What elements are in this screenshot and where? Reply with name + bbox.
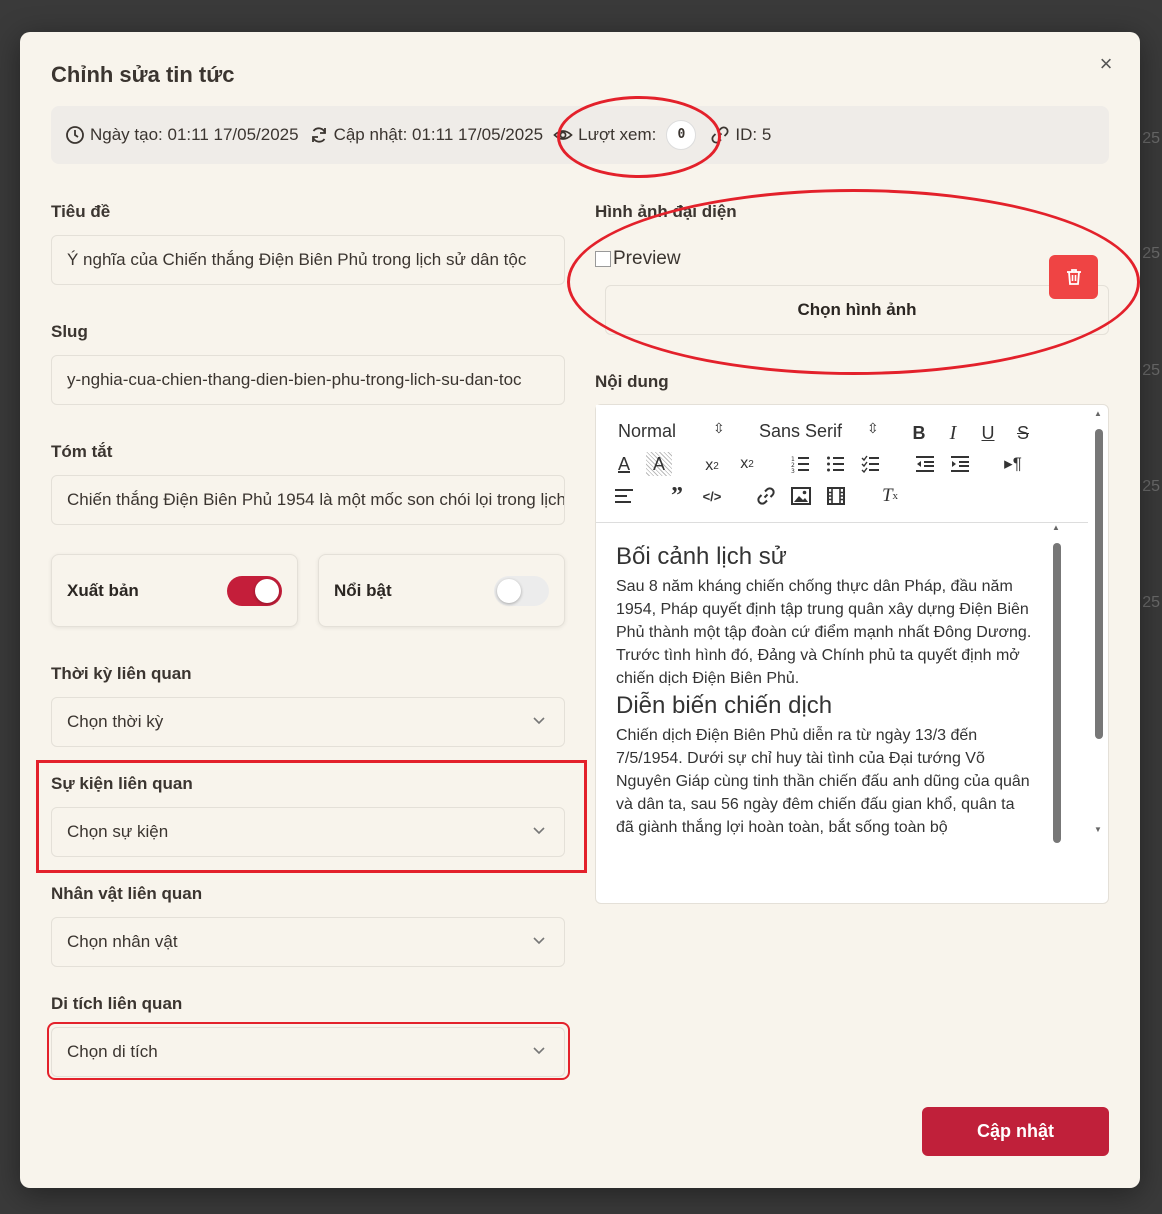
scrollbar-thumb[interactable] [1053, 543, 1061, 843]
chevron-down-icon [533, 937, 545, 945]
relic-label: Di tích liên quan [51, 994, 183, 1013]
chevron-down-icon [533, 717, 545, 725]
scroll-up-icon[interactable]: ▲ [1052, 523, 1060, 532]
bold-icon[interactable]: B [906, 421, 932, 445]
created-date: Ngày tạo: 01:11 17/05/2025 [65, 125, 299, 145]
content-paragraph: Chiến dịch Điện Biên Phủ diễn ra từ ngày… [616, 727, 1030, 836]
toggle-knob [255, 578, 279, 603]
outdent-icon[interactable] [912, 452, 938, 476]
featured-toggle[interactable] [494, 575, 549, 606]
updated-date: Cập nhật: 01:11 17/05/2025 [309, 125, 544, 145]
annotation-rect-event [36, 760, 587, 873]
underline-icon[interactable]: U [975, 421, 1001, 445]
updated-date-text: Cập nhật: 01:11 17/05/2025 [333, 125, 544, 144]
editor-content[interactable]: Bối cảnh lịch sử Sau 8 năm kháng chiến c… [596, 525, 1052, 843]
record-id-text: ID: 5 [735, 125, 772, 144]
image-icon[interactable] [788, 484, 814, 508]
modal-title: Chỉnh sửa tin tức [51, 62, 235, 87]
refresh-icon [311, 127, 326, 143]
font-select-value: Sans Serif [759, 421, 843, 441]
featured-card: Nổi bật [318, 554, 565, 627]
update-button[interactable]: Cập nhật [922, 1107, 1109, 1156]
bullet-list-icon[interactable] [823, 452, 849, 476]
editor-scrollbar[interactable]: ▲ ▼ [1094, 409, 1104, 839]
edit-news-modal: Chỉnh sửa tin tức × Ngày tạo: 01:11 17/0… [20, 32, 1140, 1188]
period-placeholder: Chọn thời kỳ [67, 712, 164, 731]
header-select[interactable]: Normal ⇳ [618, 420, 725, 442]
summary-label: Tóm tắt [51, 442, 113, 461]
close-icon[interactable]: × [1094, 52, 1118, 76]
indent-icon[interactable] [947, 452, 973, 476]
person-label: Nhân vật liên quan [51, 884, 203, 903]
backdrop-row-number: 25 [1142, 362, 1160, 379]
superscript-icon[interactable]: x2 [734, 452, 760, 476]
background-color-icon[interactable]: A [646, 452, 672, 476]
clear-format-icon[interactable]: Tx [877, 484, 903, 508]
rich-text-editor: Normal ⇳ Sans Serif ⇳ B I U S A A x2 x2 … [595, 404, 1109, 904]
updown-icon: ⇳ [867, 420, 879, 436]
updown-icon: ⇳ [713, 420, 725, 436]
content-heading: Bối cảnh lịch sử [616, 543, 787, 570]
editor-toolbar: Normal ⇳ Sans Serif ⇳ B I U S A A x2 x2 … [596, 405, 1088, 523]
slug-input[interactable]: y-nghia-cua-chien-thang-dien-bien-phu-tr… [51, 355, 565, 405]
font-select[interactable]: Sans Serif ⇳ [759, 420, 879, 442]
editor-content-scrollbar[interactable]: ▲ [1052, 523, 1062, 843]
text-color-icon[interactable]: A [611, 452, 637, 476]
italic-icon[interactable]: I [940, 421, 966, 445]
period-select[interactable]: Chọn thời kỳ [51, 697, 565, 747]
strikethrough-icon[interactable]: S [1010, 421, 1036, 445]
checklist-icon[interactable] [858, 452, 884, 476]
publish-label: Xuất bản [67, 580, 139, 600]
scrollbar-thumb[interactable] [1095, 429, 1103, 739]
summary-input[interactable]: Chiến thắng Điện Biên Phủ 1954 là một mố… [51, 475, 565, 525]
publish-toggle[interactable] [227, 575, 282, 606]
header-select-value: Normal [618, 421, 677, 441]
title-label: Tiêu đề [51, 202, 111, 221]
publish-card: Xuất bản [51, 554, 298, 627]
featured-label: Nổi bật [334, 580, 392, 600]
blockquote-icon[interactable]: ” [664, 483, 690, 509]
content-label: Nội dung [595, 372, 669, 391]
scroll-up-icon[interactable]: ▲ [1094, 409, 1102, 418]
backdrop-row-number: 25 [1142, 478, 1160, 495]
period-label: Thời kỳ liên quan [51, 664, 192, 683]
scroll-down-icon[interactable]: ▼ [1094, 825, 1102, 834]
person-select[interactable]: Chọn nhân vật [51, 917, 565, 967]
text-direction-icon[interactable]: ▸¶ [1000, 452, 1026, 476]
toggle-knob [497, 578, 521, 603]
backdrop-row-number: 25 [1142, 130, 1160, 147]
code-block-icon[interactable]: </> [699, 484, 725, 508]
created-date-text: Ngày tạo: 01:11 17/05/2025 [90, 125, 299, 144]
ordered-list-icon[interactable]: 123 [788, 452, 814, 476]
link-icon[interactable] [753, 484, 779, 508]
annotation-ellipse-image [567, 189, 1140, 375]
svg-text:3: 3 [791, 468, 795, 473]
person-placeholder: Chọn nhân vật [67, 932, 178, 951]
annotation-ellipse-views [557, 96, 721, 178]
annotation-rect-relic [47, 1022, 570, 1080]
video-icon[interactable] [823, 484, 849, 508]
content-heading: Diễn biến chiến dịch [616, 692, 833, 719]
backdrop-row-number: 25 [1142, 245, 1160, 262]
clock-icon [66, 126, 84, 144]
content-paragraph: Sau 8 năm kháng chiến chống thực dân Phá… [616, 578, 1032, 687]
slug-label: Slug [51, 322, 88, 341]
backdrop-row-number: 25 [1142, 594, 1160, 611]
subscript-icon[interactable]: x2 [699, 454, 725, 478]
align-left-icon[interactable] [611, 484, 637, 508]
title-input[interactable]: Ý nghĩa của Chiến thắng Điện Biên Phủ tr… [51, 235, 565, 285]
